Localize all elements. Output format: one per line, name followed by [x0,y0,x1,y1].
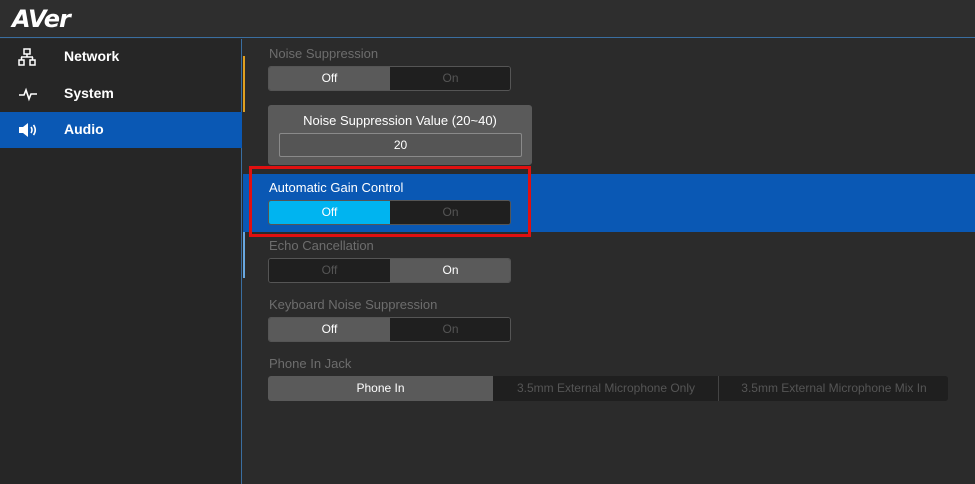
keyboard-noise-suppression-label: Keyboard Noise Suppression [269,297,438,312]
sidebar-item-audio[interactable]: Audio [0,112,242,148]
echo-cancellation-off-button[interactable]: Off [269,259,390,282]
audio-settings-panel: Noise Suppression Off On Noise Suppressi… [243,39,975,484]
noise-suppression-value-title: Noise Suppression Value (20~40) [303,113,497,128]
noise-suppression-off-button[interactable]: Off [269,67,390,90]
keyboard-noise-off-button[interactable]: Off [269,318,390,341]
phone-in-option[interactable]: Phone In [268,376,493,401]
external-mic-mix-in-option[interactable]: 3.5mm External Microphone Mix In [720,376,948,401]
noise-suppression-value-input[interactable]: 20 [279,133,522,157]
echo-cancellation-on-button[interactable]: On [390,259,510,282]
pulse-icon [18,85,38,103]
sidebar-item-system[interactable]: System [0,76,242,112]
sidebar-item-label: Audio [64,121,104,137]
focus-indicator [243,232,245,278]
phone-in-jack-selector[interactable]: Phone In 3.5mm External Microphone Only … [268,376,948,401]
sidebar: Network System Audio [0,39,242,484]
noise-suppression-value-card: Noise Suppression Value (20~40) 20 [268,105,532,165]
sidebar-item-label: System [64,85,114,101]
external-mic-only-option[interactable]: 3.5mm External Microphone Only [494,376,719,401]
scroll-indicator [243,56,245,112]
sidebar-item-label: Network [64,48,120,64]
network-icon [18,48,38,66]
noise-suppression-toggle[interactable]: Off On [268,66,511,91]
echo-cancellation-label: Echo Cancellation [269,238,374,253]
keyboard-noise-suppression-toggle[interactable]: Off On [268,317,511,342]
app-window: AVer Network System Audio Noise Suppress… [0,0,975,484]
annotation-highlight-box [249,166,531,237]
noise-suppression-on-button[interactable]: On [390,67,510,90]
noise-suppression-label: Noise Suppression [269,46,379,61]
phone-in-jack-label: Phone In Jack [269,356,352,371]
top-bar: AVer [0,0,975,38]
keyboard-noise-on-button[interactable]: On [390,318,510,341]
aver-logo: AVer [12,5,71,33]
sidebar-item-network[interactable]: Network [0,39,242,75]
speaker-icon [18,121,38,139]
echo-cancellation-toggle[interactable]: Off On [268,258,511,283]
